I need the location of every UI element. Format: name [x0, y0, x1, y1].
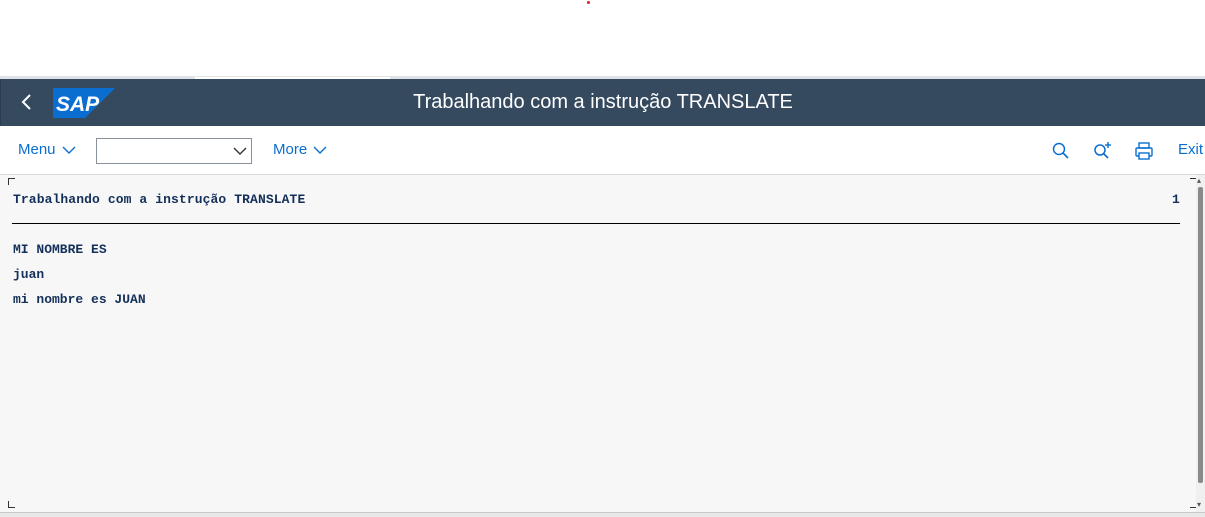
vertical-scrollbar[interactable]: ▴ ▾: [1196, 175, 1205, 512]
output-line: juan: [13, 267, 45, 282]
toolbar: Menu More Exit: [0, 126, 1205, 175]
scroll-up-icon[interactable]: ▴: [1197, 177, 1204, 185]
output-line: mi nombre es JUAN: [13, 292, 146, 307]
page-number: 1: [1172, 192, 1180, 207]
output-line: MI NOMBRE ES: [13, 242, 107, 257]
indicator-dot: [587, 1, 590, 4]
search-icon[interactable]: [1050, 140, 1072, 162]
scrollbar-thumb[interactable]: [1198, 187, 1203, 483]
shell-header: SAP Trabalhando com a instrução TRANSLAT…: [0, 79, 1205, 126]
menu-button[interactable]: Menu: [18, 141, 76, 158]
frame-corner: [8, 501, 15, 508]
browser-top-area: [0, 0, 1205, 79]
more-label: More: [273, 141, 308, 158]
chevron-down-icon: [313, 146, 327, 154]
chevron-down-icon: [233, 147, 247, 155]
more-button[interactable]: More: [273, 141, 327, 158]
page-title: Trabalhando com a instrução TRANSLATE: [413, 91, 793, 113]
header-divider: [12, 223, 1180, 224]
bottom-frame: [0, 512, 1205, 517]
command-field-select[interactable]: [96, 138, 252, 164]
chevron-down-icon: [62, 146, 76, 154]
frame-corner: [8, 178, 15, 185]
menu-label: Menu: [18, 141, 56, 158]
scroll-down-icon[interactable]: ▾: [1197, 501, 1204, 509]
list-header-title: Trabalhando com a instrução TRANSLATE: [13, 192, 306, 207]
exit-button[interactable]: Exit: [1178, 141, 1203, 158]
print-icon[interactable]: [1133, 140, 1155, 162]
list-output-area: Trabalhando com a instrução TRANSLATE 1 …: [0, 175, 1205, 512]
search-next-icon[interactable]: [1091, 140, 1113, 162]
